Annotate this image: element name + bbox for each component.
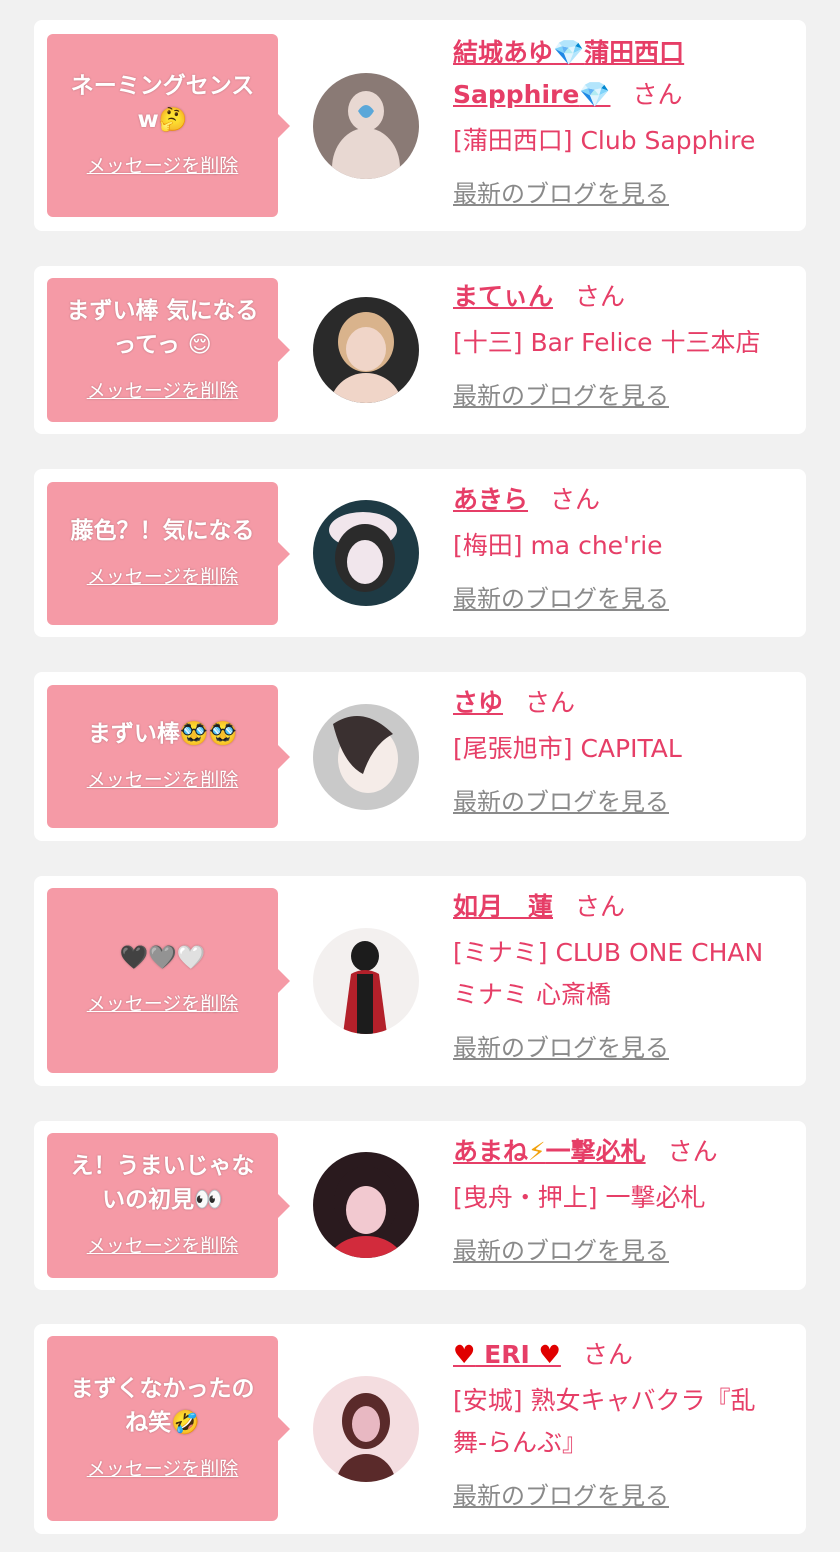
heart-icon: ♥ <box>538 1340 561 1369</box>
message-bubble: まずくなかったの ね笑🤣 メッセージを削除 <box>47 1336 290 1521</box>
message-line: え！うまいじゃな <box>70 1153 255 1179</box>
delete-message-link[interactable]: メッセージを削除 <box>87 151 239 178</box>
avatar-image <box>313 500 419 606</box>
message-line: 藤色？！気になる <box>70 518 255 544</box>
delete-message-link[interactable]: メッセージを削除 <box>87 1454 239 1481</box>
shop-name-line: [安城] 熟女キャバクラ『乱 <box>453 1386 756 1415</box>
delete-message-link[interactable]: メッセージを削除 <box>87 562 239 589</box>
avatar-image <box>313 1376 419 1482</box>
message-line: ってっ 😌 <box>113 331 212 358</box>
message-bubble: ネーミングセンス w🤔 メッセージを削除 <box>47 34 290 217</box>
avatar[interactable] <box>313 297 419 403</box>
delete-message-link[interactable]: メッセージを削除 <box>87 1231 239 1258</box>
avatar[interactable] <box>313 1376 419 1482</box>
list-item: まずい棒 気になる ってっ 😌 メッセージを削除 まてぃん さん [十三] Bar… <box>34 266 806 434</box>
shop-name: [尾張旭市] CAPITAL <box>453 734 682 763</box>
list-item: え！うまいじゃな いの初見👀 メッセージを削除 あまね⚡一撃必札 さん [曳舟・押… <box>34 1121 806 1290</box>
gem-icon: 💎 <box>553 38 585 67</box>
cast-name-line: ♥ ERI ♥ さん <box>453 1334 786 1376</box>
list-item: まずくなかったの ね笑🤣 メッセージを削除 ♥ ERI ♥ さん [安城] 熟女キ… <box>34 1324 806 1534</box>
latest-blog-link[interactable]: 最新のブログを見る <box>453 782 669 817</box>
message-text: 🖤🩶🤍 <box>120 941 206 975</box>
avatar-image <box>313 1152 419 1258</box>
cast-name-line: あきら さん <box>453 479 786 521</box>
delete-message-link[interactable]: メッセージを削除 <box>87 765 239 792</box>
shop-name: [ミナミ] CLUB ONE CHAN ミナミ 心斎橋 <box>453 932 786 1016</box>
message-line: 🖤🩶🤍 <box>119 945 206 971</box>
list-item: 藤色？！気になる メッセージを削除 あきら さん [梅田] ma che'rie … <box>34 469 806 637</box>
latest-blog-link[interactable]: 最新のブログを見る <box>453 1028 669 1063</box>
cast-name-link[interactable]: さゆ <box>453 688 503 717</box>
message-text: まずい棒 気になる ってっ 😌 <box>66 294 258 362</box>
shop-name: [安城] 熟女キャバクラ『乱 舞-らんぶ』 <box>453 1380 786 1464</box>
message-text: え！うまいじゃな いの初見👀 <box>71 1149 255 1217</box>
message-bubble: 🖤🩶🤍 メッセージを削除 <box>47 888 290 1073</box>
delete-message-link[interactable]: メッセージを削除 <box>87 989 239 1016</box>
shop-name: [十三] Bar Felice 十三本店 <box>453 328 761 357</box>
avatar-image <box>313 704 419 810</box>
cast-name-link[interactable]: ♥ ERI ♥ <box>453 1340 561 1369</box>
latest-blog-link[interactable]: 最新のブログを見る <box>453 174 669 209</box>
shop-name: [曳舟・押上] 一撃必札 <box>453 1183 706 1212</box>
cast-name-link[interactable]: まてぃん <box>453 282 553 311</box>
shop-name-line: 舞-らんぶ』 <box>453 1428 588 1457</box>
list-item: ネーミングセンス w🤔 メッセージを削除 結城あゆ💎蒲田西口 Sapphire💎 さ… <box>34 20 806 231</box>
message-line: いの初見👀 <box>102 1187 223 1213</box>
honorific: さん <box>575 892 626 921</box>
avatar-image <box>313 297 419 403</box>
favorite-list: ネーミングセンス w🤔 メッセージを削除 結城あゆ💎蒲田西口 Sapphire💎 さ… <box>0 0 840 1552</box>
avatar[interactable] <box>313 928 419 1034</box>
honorific: さん <box>525 688 576 717</box>
latest-blog-link[interactable]: 最新のブログを見る <box>453 376 669 411</box>
shop-name-line: ミナミ 心斎橋 <box>453 980 611 1009</box>
latest-blog-link[interactable]: 最新のブログを見る <box>453 579 669 614</box>
message-text: まずくなかったの ね笑🤣 <box>71 1372 255 1440</box>
message-line: まずい棒 気になる <box>66 297 259 324</box>
message-bubble: まずい棒🥸🥸 メッセージを削除 <box>47 685 290 828</box>
avatar-image <box>313 928 419 1034</box>
message-bubble: まずい棒 気になる ってっ 😌 メッセージを削除 <box>47 278 290 422</box>
cast-name-link[interactable]: あきら <box>453 485 528 514</box>
list-item: 🖤🩶🤍 メッセージを削除 如月 蓮さん [ミナミ] CLUB ONE CHAN … <box>34 876 806 1086</box>
honorific: さん <box>575 282 626 311</box>
list-item: まずい棒🥸🥸 メッセージを削除 さゆ さん [尾張旭市] CAPITAL 最新のブ… <box>34 672 806 841</box>
avatar[interactable] <box>313 704 419 810</box>
message-line: まずい棒🥸🥸 <box>87 721 238 747</box>
avatar-image <box>313 73 419 179</box>
avatar[interactable] <box>313 1152 419 1258</box>
message-text: ネーミングセンス w🤔 <box>71 69 255 137</box>
latest-blog-link[interactable]: 最新のブログを見る <box>453 1476 669 1511</box>
honorific: さん <box>632 80 683 109</box>
message-text: 藤色？！気になる <box>71 514 255 548</box>
lightning-icon: ⚡ <box>528 1137 546 1166</box>
cast-name-line: さゆ さん <box>453 682 786 724</box>
gem-icon: 💎 <box>579 80 611 109</box>
message-bubble: え！うまいじゃな いの初見👀 メッセージを削除 <box>47 1133 290 1278</box>
honorific: さん <box>550 485 601 514</box>
avatar[interactable] <box>313 73 419 179</box>
message-text: まずい棒🥸🥸 <box>88 717 237 751</box>
message-line: w🤔 <box>137 107 188 133</box>
heart-icon: ♥ <box>453 1340 476 1369</box>
message-line: ね笑🤣 <box>125 1410 200 1436</box>
shop-name-line: [ミナミ] CLUB ONE CHAN <box>453 938 764 967</box>
shop-name: [梅田] ma che'rie <box>453 531 663 560</box>
cast-name-line: まてぃん さん <box>453 276 786 318</box>
cast-name-link[interactable]: あまね⚡一撃必札 <box>453 1137 646 1166</box>
latest-blog-link[interactable]: 最新のブログを見る <box>453 1231 669 1266</box>
cast-name-line: あまね⚡一撃必札 さん <box>453 1131 786 1173</box>
cast-name-line: 結城あゆ💎蒲田西口 Sapphire💎 さん <box>453 32 786 116</box>
cast-name-link[interactable]: 如月 蓮 <box>453 892 553 921</box>
message-bubble: 藤色？！気になる メッセージを削除 <box>47 482 290 625</box>
cast-name-line: 如月 蓮さん <box>453 886 786 928</box>
delete-message-link[interactable]: メッセージを削除 <box>87 376 239 403</box>
message-line: ネーミングセンス <box>70 73 255 99</box>
honorific: さん <box>582 1340 633 1369</box>
shop-name: [蒲田西口] Club Sapphire <box>453 126 756 155</box>
avatar[interactable] <box>313 500 419 606</box>
message-line: まずくなかったの <box>70 1376 255 1402</box>
honorific: さん <box>667 1137 718 1166</box>
